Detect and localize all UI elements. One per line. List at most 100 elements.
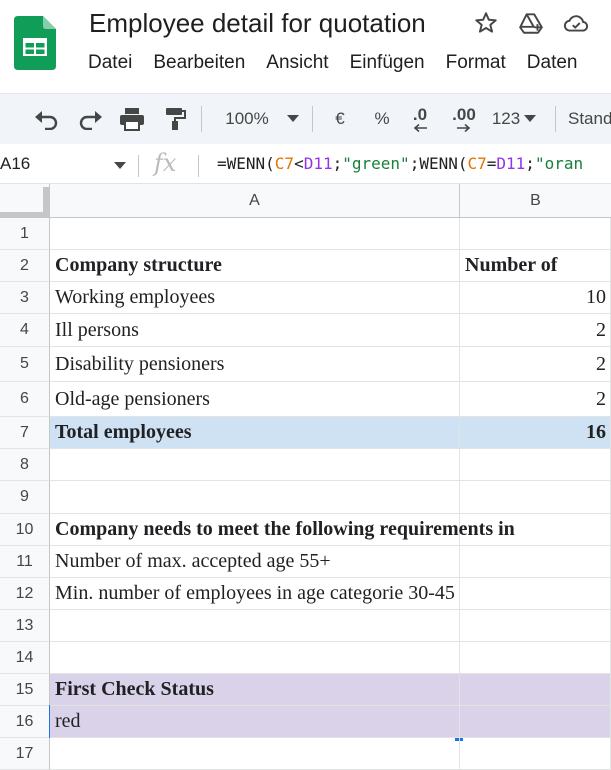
redo-icon	[79, 111, 102, 130]
formula-token: D11	[496, 154, 526, 173]
cell-a4[interactable]: Ill persons	[50, 314, 460, 347]
undo-icon	[35, 111, 58, 130]
row-header[interactable]: 16	[0, 706, 50, 738]
cell-a14[interactable]	[50, 642, 460, 674]
cell-a10[interactable]: Company needs to meet the following requ…	[50, 514, 515, 546]
paint-format-button[interactable]	[158, 94, 192, 144]
cell-b6[interactable]: 2	[460, 382, 611, 417]
cell-b9[interactable]	[460, 481, 611, 514]
cell-b13[interactable]	[460, 610, 611, 642]
cell-a2[interactable]: Company structure	[50, 250, 460, 282]
cell-a16[interactable]: red	[50, 706, 460, 738]
name-box-value: A16	[0, 154, 31, 173]
menu-datei[interactable]: Datei	[88, 52, 132, 78]
zoom-value: 100%	[225, 109, 269, 128]
row-header[interactable]: 9	[0, 481, 50, 514]
cell-a5[interactable]: Disability pensioners	[50, 347, 460, 382]
percent-format-button[interactable]: %	[368, 94, 396, 144]
cell-b3[interactable]: 10	[460, 282, 611, 314]
number-format-select[interactable]: 123	[488, 94, 540, 144]
menu-daten[interactable]: Daten	[527, 52, 578, 78]
cell-a11[interactable]: Number of max. accepted age 55+	[50, 546, 460, 578]
cell-b8[interactable]	[460, 449, 611, 481]
menu-ansicht[interactable]: Ansicht	[266, 52, 328, 78]
row-header[interactable]: 15	[0, 674, 50, 706]
row-header[interactable]: 5	[0, 347, 50, 382]
row-header[interactable]: 7	[0, 417, 50, 449]
cell-b7[interactable]: 16	[460, 417, 611, 449]
fx-icon: fx	[154, 149, 177, 177]
increase-decimals-button[interactable]: .00	[447, 94, 481, 144]
column-header-a[interactable]: A	[50, 184, 460, 218]
cell-a8[interactable]	[50, 449, 460, 481]
formula-token: <	[294, 154, 304, 173]
row-header[interactable]: 11	[0, 546, 50, 578]
cell-b12[interactable]	[460, 578, 611, 610]
zoom-dropdown-icon[interactable]	[283, 94, 303, 144]
row-header[interactable]: 12	[0, 578, 50, 610]
decrease-decimals-button[interactable]: .0	[405, 94, 435, 144]
formula-bar: A16 fx =WENN(C7<D11;"green";WENN(C7=D11;…	[0, 147, 611, 184]
name-box[interactable]: A16	[0, 147, 128, 183]
menu-bar: Datei Bearbeiten Ansicht Einfügen Format…	[88, 52, 598, 78]
cell-b17[interactable]	[460, 738, 611, 770]
row-header[interactable]: 8	[0, 449, 50, 481]
row-header[interactable]: 13	[0, 610, 50, 642]
sheets-logo-icon[interactable]	[14, 16, 56, 70]
currency-format-button[interactable]: €	[326, 94, 354, 144]
formula-token: C7	[274, 154, 295, 173]
select-all-corner[interactable]	[0, 184, 50, 218]
cell-a6[interactable]: Old-age pensioners	[50, 382, 460, 417]
cell-a9[interactable]	[50, 481, 460, 514]
cloud-saved-icon[interactable]	[563, 10, 589, 36]
cell-a15[interactable]: First Check Status	[50, 674, 460, 706]
menu-einfuegen[interactable]: Einfügen	[350, 52, 425, 78]
cell-a7[interactable]: Total employees	[50, 417, 460, 449]
font-select[interactable]: Standard	[568, 94, 611, 144]
zoom-select[interactable]: 100%	[214, 94, 280, 144]
paint-format-icon	[166, 108, 186, 130]
menu-format[interactable]: Format	[446, 52, 506, 78]
row-header[interactable]: 17	[0, 738, 50, 770]
cell-b14[interactable]	[460, 642, 611, 674]
formula-token: "green"	[342, 154, 410, 173]
formula-token: ;	[525, 154, 535, 173]
row-header[interactable]: 10	[0, 514, 50, 546]
cell-b15[interactable]	[460, 674, 611, 706]
cell-a17[interactable]	[50, 738, 460, 770]
column-header-b[interactable]: B	[460, 184, 611, 218]
cell-a12[interactable]: Min. number of employees in age categori…	[50, 578, 460, 610]
document-title[interactable]: Employee detail for quotation	[89, 8, 426, 39]
row-header[interactable]: 14	[0, 642, 50, 674]
cell-b5[interactable]: 2	[460, 347, 611, 382]
cell-b4[interactable]: 2	[460, 314, 611, 347]
formula-token: C7	[467, 154, 487, 173]
move-to-drive-icon[interactable]	[518, 10, 544, 36]
print-button[interactable]	[115, 94, 149, 144]
row-header[interactable]: 2	[0, 250, 50, 282]
print-icon	[120, 108, 144, 131]
cell-a3[interactable]: Working employees	[50, 282, 460, 314]
formula-input[interactable]: =WENN(C7<D11;"green";WENN(C7=D11;"oran	[217, 154, 583, 173]
formula-token: =	[486, 154, 497, 173]
cell-b1[interactable]	[460, 218, 611, 250]
chevron-down-icon	[524, 115, 537, 122]
arrow-left-icon	[413, 124, 427, 132]
cell-b16[interactable]	[460, 706, 611, 738]
star-icon[interactable]	[473, 10, 499, 36]
row-header[interactable]: 1	[0, 218, 50, 250]
undo-button[interactable]	[30, 94, 64, 144]
row-header[interactable]: 6	[0, 382, 50, 417]
toolbar: 100% € % .0 .00 123 Standard	[0, 93, 611, 144]
cell-a1[interactable]	[50, 218, 460, 250]
cell-b11[interactable]	[460, 546, 611, 578]
redo-button[interactable]	[73, 94, 107, 144]
cell-a13[interactable]	[50, 610, 460, 642]
chevron-down-icon	[114, 162, 126, 169]
menu-bearbeiten[interactable]: Bearbeiten	[153, 52, 245, 78]
cell-b2[interactable]: Number of	[460, 250, 611, 282]
formula-token: =WENN(	[217, 154, 275, 173]
row-header[interactable]: 4	[0, 314, 50, 347]
spreadsheet-grid: A B 1 2 Company structure Number of 3 Working…	[0, 184, 611, 770]
row-header[interactable]: 3	[0, 282, 50, 314]
